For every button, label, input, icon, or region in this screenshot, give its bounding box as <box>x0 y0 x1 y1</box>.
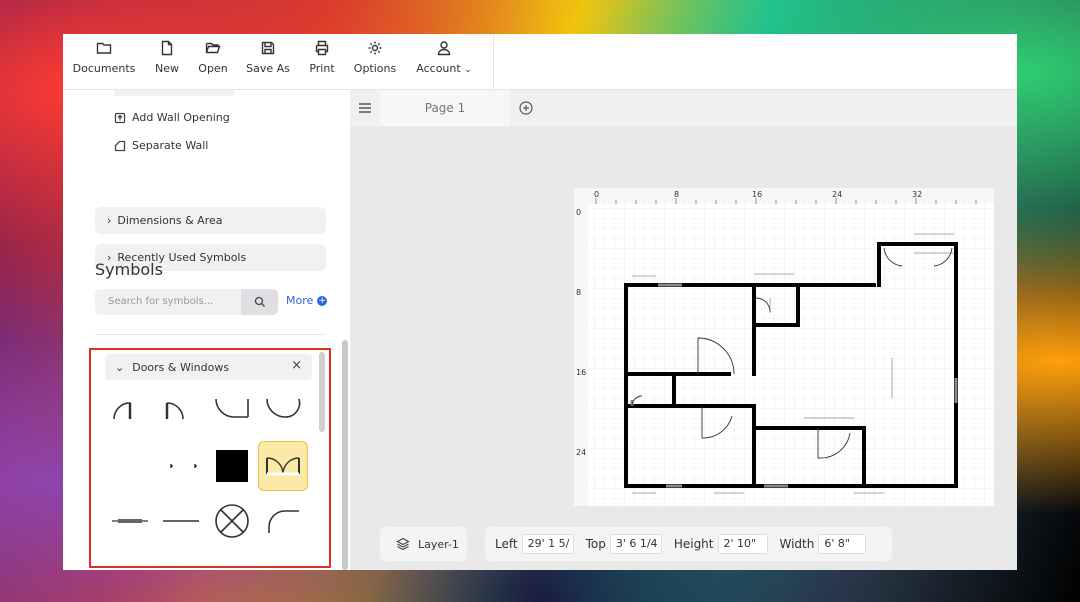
page-list-button[interactable] <box>350 90 380 126</box>
wall-opening-icon <box>114 112 126 123</box>
library-panel-edge <box>95 334 326 335</box>
ruler-label-24: 24 <box>832 190 842 199</box>
plus-circle-icon <box>519 101 533 115</box>
properties-bar: Left 29' 1 5/ Top 3' 6 1/4 Height 2' 10"… <box>485 527 892 561</box>
page-tab-bar: Page 1 <box>350 90 1017 126</box>
list-icon <box>359 103 371 113</box>
width-label: Width <box>779 537 815 551</box>
cut-off-item <box>114 90 234 96</box>
grid-background <box>574 188 994 506</box>
left-ruler-label-24: 24 <box>576 448 586 457</box>
top-ruler <box>574 188 994 204</box>
main-toolbar: Documents New Open Save As Print Options… <box>63 34 1017 90</box>
user-icon <box>437 41 451 56</box>
left-ruler-label-0: 0 <box>576 208 581 217</box>
chevron-right-icon: › <box>107 214 112 227</box>
separate-wall-item[interactable]: Separate Wall <box>114 139 208 152</box>
gear-icon <box>368 41 382 55</box>
toolbar-divider <box>493 34 494 90</box>
more-symbols-link[interactable]: More + <box>286 294 328 307</box>
print-button[interactable]: Print <box>307 34 337 90</box>
folder-open-icon <box>205 42 221 54</box>
chevron-down-icon: ⌄ <box>464 65 472 75</box>
left-ruler-label-8: 8 <box>576 288 581 297</box>
symbol-search-input[interactable]: Search for symbols... <box>95 289 241 315</box>
floor-plan-page[interactable]: 0 8 16 24 32 0 8 16 24 <box>574 188 994 506</box>
add-wall-opening-item[interactable]: Add Wall Opening <box>114 111 230 124</box>
floor-plan-drawing[interactable]: 0 8 16 24 32 0 8 16 24 <box>574 188 994 506</box>
sidebar: Add Wall Opening Separate Wall › Dimensi… <box>63 90 350 570</box>
ruler-label-16: 16 <box>752 190 762 199</box>
search-icon <box>254 296 265 308</box>
add-page-button[interactable] <box>512 94 540 122</box>
layer-button[interactable]: Layer-1 <box>380 527 467 561</box>
dimensions-area-accordion[interactable]: › Dimensions & Area <box>95 207 326 234</box>
top-label: Top <box>585 537 606 551</box>
app-window: Documents New Open Save As Print Options… <box>63 34 1017 570</box>
save-as-button[interactable]: Save As <box>246 34 290 90</box>
left-label: Left <box>495 537 518 551</box>
highlight-box <box>89 348 331 568</box>
open-button[interactable]: Open <box>196 34 230 90</box>
width-field[interactable]: 6' 8" <box>818 534 867 554</box>
printer-icon <box>315 40 329 56</box>
ruler-label-8: 8 <box>674 190 679 199</box>
plus-circle-icon: + <box>317 295 328 306</box>
height-field[interactable]: 2' 10" <box>717 534 768 554</box>
ruler-label-0: 0 <box>594 190 599 199</box>
options-button[interactable]: Options <box>354 34 396 90</box>
sidebar-scrollbar[interactable] <box>342 340 348 570</box>
file-icon <box>161 40 173 56</box>
layers-icon <box>396 537 410 551</box>
top-field[interactable]: 3' 6 1/4 <box>609 534 662 554</box>
documents-button[interactable]: Documents <box>73 34 135 90</box>
tab-page-1[interactable]: Page 1 <box>380 90 510 126</box>
left-field[interactable]: 29' 1 5/ <box>521 534 574 554</box>
height-label: Height <box>673 537 714 551</box>
search-button[interactable] <box>241 289 278 315</box>
separate-wall-icon <box>114 140 126 151</box>
save-icon <box>261 41 275 55</box>
account-button[interactable]: Account ⌄ <box>415 34 473 90</box>
ruler-label-32: 32 <box>912 190 922 199</box>
canvas-area: Page 1 0 8 16 24 32 0 8 16 24 Layer-1 Le… <box>350 90 1017 570</box>
new-button[interactable]: New <box>151 34 183 90</box>
symbols-title: Symbols <box>95 260 163 279</box>
folder-icon <box>96 42 112 54</box>
left-ruler <box>574 188 588 506</box>
left-ruler-label-16: 16 <box>576 368 586 377</box>
